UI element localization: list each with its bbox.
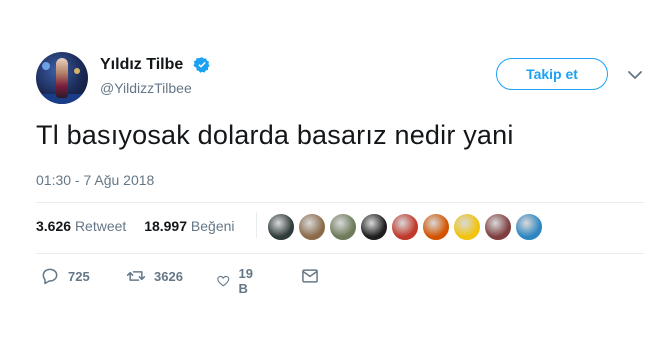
stats-separator (256, 212, 257, 238)
avatar-figure (56, 58, 68, 98)
retweet-stat[interactable]: 3.626 Retweet (36, 218, 130, 234)
like-count: 19 B (238, 266, 253, 296)
tweet-stats: 3.626 Retweet 18.997 Beğeni (36, 218, 249, 234)
liker-avatar-1[interactable] (266, 212, 296, 242)
retweet-stat-count: 3.626 (36, 218, 72, 234)
reply-count: 725 (68, 268, 90, 284)
author-info: Yıldız Tilbe @YildizzTilbee (100, 56, 211, 96)
tweet-timestamp[interactable]: 01:30 - 7 Ağu 2018 (36, 172, 154, 188)
avatar-decoration (74, 68, 80, 74)
like-button[interactable]: 19 B (216, 266, 258, 296)
liker-avatar-4[interactable] (359, 212, 389, 242)
liker-avatar-2[interactable] (297, 212, 327, 242)
divider (36, 202, 644, 203)
liker-avatar-5[interactable] (390, 212, 420, 242)
direct-message-button[interactable] (300, 266, 328, 286)
verified-badge-icon (193, 57, 210, 73)
reply-icon (42, 268, 58, 285)
display-name[interactable]: Yıldız Tilbe (100, 56, 183, 74)
liker-avatar-7[interactable] (452, 212, 482, 242)
liker-avatar-8[interactable] (483, 212, 513, 242)
retweet-count: 3626 (154, 268, 183, 284)
tweet-header: Yıldız Tilbe @YildizzTilbee Takip et (36, 52, 656, 104)
liker-avatar-9[interactable] (514, 212, 544, 242)
avatar-decoration (42, 62, 50, 70)
follow-button[interactable]: Takip et (496, 58, 608, 90)
profile-avatar[interactable] (36, 52, 88, 104)
author-handle[interactable]: @YildizzTilbee (100, 80, 211, 96)
heart-icon (217, 275, 230, 287)
chevron-down-icon[interactable] (628, 70, 642, 80)
like-stat-count: 18.997 (144, 218, 188, 234)
like-stat[interactable]: 18.997 Beğeni (144, 218, 234, 234)
reply-button[interactable]: 725 (40, 266, 90, 286)
divider (36, 253, 644, 254)
direct-message-icon (302, 269, 318, 283)
tweet-text: Tl basıyosak dolarda basarız nedir yani (36, 120, 514, 150)
retweet-stat-label: Retweet (74, 218, 127, 234)
liker-avatar-6[interactable] (421, 212, 451, 242)
liker-avatar-3[interactable] (328, 212, 358, 242)
retweet-button[interactable]: 3626 (126, 266, 183, 286)
retweet-icon (126, 271, 146, 281)
like-stat-label: Beğeni (190, 218, 235, 234)
